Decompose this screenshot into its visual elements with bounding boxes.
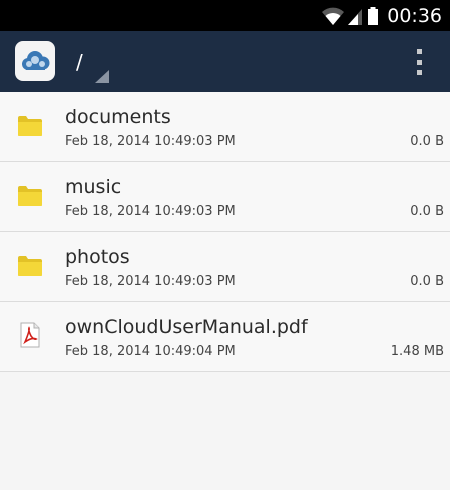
file-name: documents xyxy=(65,106,171,128)
file-name: ownCloudUserManual.pdf xyxy=(65,316,308,338)
file-size: 0.0 B xyxy=(410,134,444,149)
folder-icon xyxy=(18,186,42,206)
folder-icon xyxy=(18,116,42,136)
status-time: 00:36 xyxy=(387,5,442,27)
current-path[interactable]: / xyxy=(76,50,83,74)
signal-icon xyxy=(348,9,363,25)
overflow-menu-icon[interactable] xyxy=(412,49,426,75)
file-row-music[interactable]: music Feb 18, 2014 10:49:03 PM 0.0 B xyxy=(0,162,450,232)
action-bar: / xyxy=(0,31,450,92)
status-bar: 00:36 xyxy=(0,0,450,31)
file-size: 1.48 MB xyxy=(390,344,444,359)
file-name: music xyxy=(65,176,122,198)
pdf-file-icon xyxy=(20,322,40,348)
file-row-owncloud-user-manual[interactable]: ownCloudUserManual.pdf Feb 18, 2014 10:4… xyxy=(0,302,450,372)
owncloud-logo-icon[interactable] xyxy=(15,41,55,81)
cloud-icon xyxy=(22,51,50,70)
file-date: Feb 18, 2014 10:49:03 PM xyxy=(65,134,236,149)
path-dropdown-indicator-icon[interactable] xyxy=(94,70,110,84)
file-list: documents Feb 18, 2014 10:49:03 PM 0.0 B… xyxy=(0,92,450,372)
file-row-documents[interactable]: documents Feb 18, 2014 10:49:03 PM 0.0 B xyxy=(0,92,450,162)
file-date: Feb 18, 2014 10:49:03 PM xyxy=(65,204,236,219)
battery-icon xyxy=(368,7,379,25)
file-date: Feb 18, 2014 10:49:04 PM xyxy=(65,344,236,359)
file-row-photos[interactable]: photos Feb 18, 2014 10:49:03 PM 0.0 B xyxy=(0,232,450,302)
status-icons: 00:36 xyxy=(321,4,442,28)
file-size: 0.0 B xyxy=(410,274,444,289)
file-name: photos xyxy=(65,246,130,268)
folder-icon xyxy=(18,256,42,276)
file-size: 0.0 B xyxy=(410,204,444,219)
file-date: Feb 18, 2014 10:49:03 PM xyxy=(65,274,236,289)
wifi-icon xyxy=(322,7,345,25)
